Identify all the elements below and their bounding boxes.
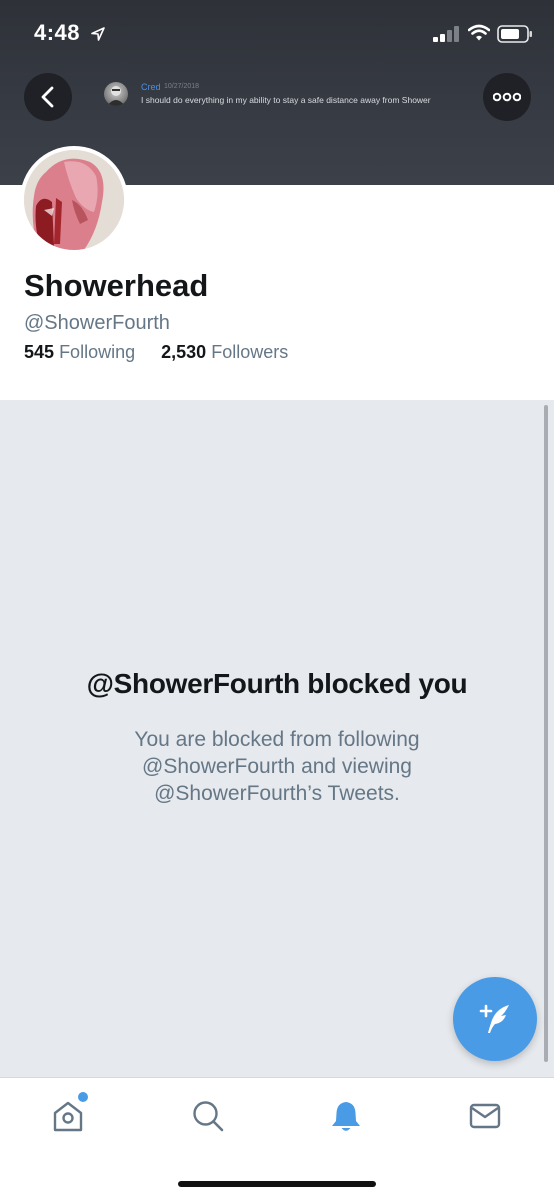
followers-count: 2,530 xyxy=(161,342,207,362)
search-icon xyxy=(193,1101,224,1132)
blocked-title: @ShowerFourth blocked you xyxy=(86,668,468,699)
status-bar: 4:48 xyxy=(0,0,554,64)
chevron-left-icon xyxy=(41,86,54,108)
cellular-signal-icon xyxy=(433,26,459,42)
followers-label: Followers xyxy=(211,342,289,362)
followers-link[interactable]: 2,530 Followers xyxy=(161,342,288,362)
scroll-indicator[interactable] xyxy=(544,405,548,1062)
preview-text: I should do everything in my ability to … xyxy=(141,95,431,105)
mail-icon xyxy=(469,1103,501,1129)
wifi-icon xyxy=(468,24,490,41)
tab-search[interactable] xyxy=(188,1096,228,1136)
tab-notifications[interactable] xyxy=(326,1096,366,1136)
profile-stats: 545 Following 2,530 Followers xyxy=(24,342,288,363)
preview-avatar xyxy=(104,82,128,106)
avatar-image xyxy=(24,150,124,250)
blocked-description: You are blocked from following @ShowerFo… xyxy=(134,728,420,805)
more-horizontal-icon xyxy=(493,92,521,102)
compose-tweet-button[interactable] xyxy=(453,977,537,1061)
compose-tweet-icon xyxy=(479,1004,509,1033)
preview-date: 10/27/2018 xyxy=(164,83,200,90)
tab-messages[interactable] xyxy=(465,1096,505,1136)
profile-display-name: Showerhead xyxy=(24,268,209,303)
preview-author-name: Cred xyxy=(141,82,161,92)
location-arrow-icon xyxy=(91,27,105,41)
battery-icon xyxy=(497,25,532,43)
back-button[interactable] xyxy=(24,73,72,121)
following-label: Following xyxy=(59,342,136,362)
home-indicator[interactable] xyxy=(178,1181,376,1187)
bell-icon xyxy=(332,1102,360,1131)
home-icon xyxy=(53,1101,83,1132)
status-time: 4:48 xyxy=(34,20,81,45)
profile-avatar[interactable] xyxy=(20,146,128,254)
following-count: 545 xyxy=(24,342,55,362)
more-options-button[interactable] xyxy=(483,73,531,121)
following-link[interactable]: 545 Following xyxy=(24,342,140,362)
profile-handle: @ShowerFourth xyxy=(24,312,170,334)
pinned-tweet-preview[interactable]: Cred 10/27/2018 I should do everything i… xyxy=(104,80,464,110)
home-unread-badge xyxy=(76,1090,90,1104)
